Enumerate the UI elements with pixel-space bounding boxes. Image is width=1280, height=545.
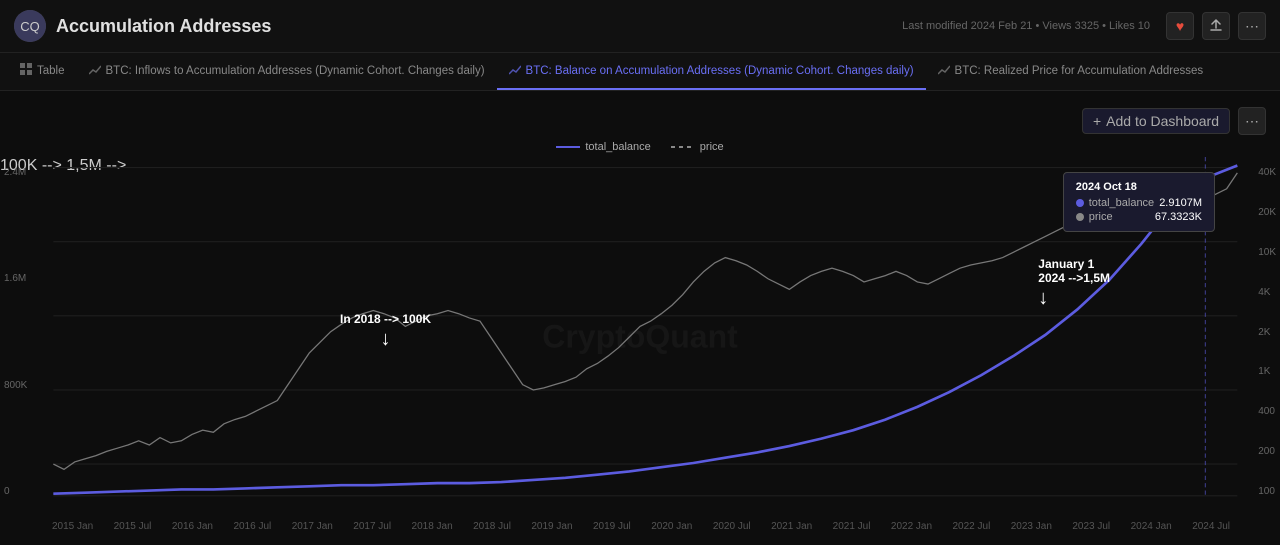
heart-button[interactable]: ♥: [1166, 12, 1194, 40]
tooltip-price-value: 67.3323K: [1155, 211, 1202, 223]
total-balance-line-indicator: [556, 146, 580, 148]
chart-more-button[interactable]: ⋯: [1238, 107, 1266, 135]
add-to-dashboard-button[interactable]: + Add to Dashboard: [1082, 108, 1230, 134]
chart-container: + Add to Dashboard ⋯ total_balance price…: [0, 91, 1280, 544]
tabs-bar: Table BTC: Inflows to Accumulation Addre…: [0, 53, 1280, 91]
tab-inflows[interactable]: BTC: Inflows to Accumulation Addresses (…: [77, 54, 497, 90]
tooltip-balance-label: total_balance: [1089, 197, 1154, 209]
tab-table[interactable]: Table: [8, 53, 77, 90]
legend-total-balance: total_balance: [556, 141, 650, 153]
tooltip-date: 2024 Oct 18: [1076, 181, 1202, 193]
page-title: Accumulation Addresses: [56, 16, 271, 37]
legend-price: price: [671, 141, 724, 153]
tooltip-price-dot: [1076, 213, 1084, 221]
chart-icon-realized: [938, 64, 950, 78]
plus-icon: +: [1093, 113, 1101, 129]
tab-balance-label: BTC: Balance on Accumulation Addresses (…: [526, 65, 914, 77]
annotation-2024: January 12024 -->1,5M ↓: [1038, 257, 1110, 310]
svg-text:CQ: CQ: [20, 19, 40, 34]
chart-svg-wrapper[interactable]: CryptoQuant 2.4M 1.6M 800K 0 40K 20K 10K…: [0, 157, 1280, 517]
chart-icon-inflows: [89, 64, 101, 78]
avatar: CQ: [14, 10, 46, 42]
tooltip-row-balance: total_balance 2.9107M: [1076, 197, 1202, 209]
price-line-indicator: [671, 146, 695, 148]
share-button[interactable]: [1202, 12, 1230, 40]
annotation-2024-arrow: ↓: [1038, 287, 1110, 310]
annotation-2018: In 2018 --> 100K ↓: [340, 312, 431, 351]
tooltip-price-label: price: [1089, 211, 1113, 223]
tooltip-row-price: price 67.3323K: [1076, 211, 1202, 223]
tab-realized-label: BTC: Realized Price for Accumulation Add…: [955, 65, 1204, 77]
add-dashboard-label: Add to Dashboard: [1106, 113, 1219, 129]
more-options-button[interactable]: ⋯: [1238, 12, 1266, 40]
price-legend-label: price: [700, 141, 724, 153]
header-right: Last modified 2024 Feb 21 • Views 3325 •…: [902, 12, 1266, 40]
table-icon: [20, 63, 32, 78]
chart-icon-balance: [509, 64, 521, 78]
chart-tooltip: 2024 Oct 18 total_balance 2.9107M price …: [1063, 172, 1215, 232]
tab-inflows-label: BTC: Inflows to Accumulation Addresses (…: [106, 65, 485, 77]
tooltip-balance-value: 2.9107M: [1159, 197, 1202, 209]
chart-legend: total_balance price: [0, 141, 1280, 153]
tab-realized[interactable]: BTC: Realized Price for Accumulation Add…: [926, 54, 1216, 90]
header-meta: Last modified 2024 Feb 21 • Views 3325 •…: [902, 20, 1150, 32]
tab-table-label: Table: [37, 65, 65, 77]
annotation-2024-text: January 12024 -->1,5M: [1038, 257, 1110, 285]
header-left: CQ Accumulation Addresses: [14, 10, 271, 42]
header: CQ Accumulation Addresses Last modified …: [0, 0, 1280, 53]
tooltip-balance-dot: [1076, 199, 1084, 207]
tab-balance[interactable]: BTC: Balance on Accumulation Addresses (…: [497, 54, 926, 90]
annotation-2018-arrow: ↓: [340, 328, 431, 351]
x-axis: 2015 Jan 2015 Jul 2016 Jan 2016 Jul 2017…: [0, 517, 1280, 534]
chart-toolbar: + Add to Dashboard ⋯: [0, 101, 1280, 141]
annotation-2018-text: In 2018 --> 100K: [340, 312, 431, 326]
total-balance-legend-label: total_balance: [585, 141, 650, 153]
